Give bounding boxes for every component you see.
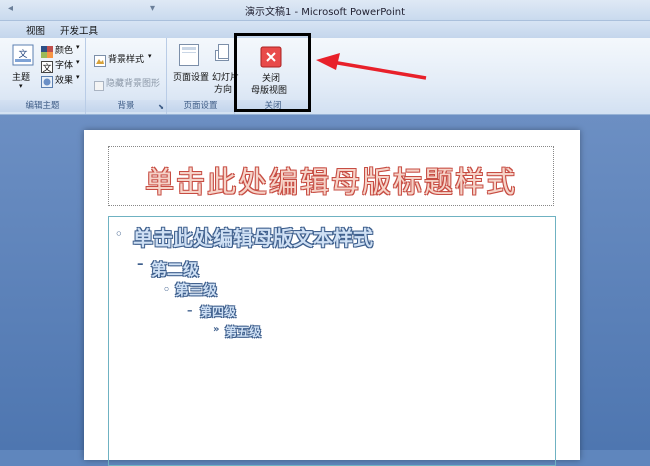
text-level-2: 第二级 xyxy=(151,260,200,279)
group-label-edit-theme: 编辑主题 xyxy=(0,100,85,112)
bullet-level-5-icon: » xyxy=(213,324,220,335)
theme-icon[interactable]: 文 xyxy=(12,44,34,70)
body-placeholder[interactable]: ◦ 单击此处编辑母版文本样式 – 第二级 ◦ 第三级 – 第四级 » 第五级 xyxy=(108,216,556,466)
bullet-level-1-icon: ◦ xyxy=(115,227,123,241)
page-setup-button[interactable]: 页面设置 xyxy=(173,70,209,83)
effects-button[interactable]: 效果 xyxy=(55,73,73,86)
bullet-level-3-icon: ◦ xyxy=(163,283,171,296)
title-bar: ◂ ▾ 演示文稿1 - Microsoft PowerPoint xyxy=(0,0,650,21)
background-styles-dropdown-icon[interactable]: ▾ xyxy=(148,52,152,60)
ribbon-tab-row: 视图 开发工具 xyxy=(0,21,650,38)
master-title-text: 单击此处编辑母版标题样式 xyxy=(144,165,517,199)
svg-text:文: 文 xyxy=(18,48,27,60)
effects-dropdown-icon[interactable]: ▾ xyxy=(76,73,80,81)
theme-dropdown-icon[interactable]: ▾ xyxy=(19,82,23,90)
slide-orientation-icon xyxy=(215,44,231,70)
master-slide[interactable]: 单击此处编辑母版标题样式 ◦ 单击此处编辑母版文本样式 – 第二级 ◦ 第三级 … xyxy=(84,130,580,466)
background-styles-button[interactable]: 背景样式 xyxy=(108,52,144,65)
background-styles-icon xyxy=(94,52,106,71)
tab-view[interactable]: 视图 xyxy=(26,23,45,37)
group-label-background: 背景 xyxy=(86,100,166,112)
hide-background-checkbox[interactable] xyxy=(94,76,104,95)
text-level-3: 第三级 xyxy=(175,283,217,299)
group-edit-theme: 文 主题 ▾ 颜色 ▾ 文 字体 ▾ 效果 ▾ 编辑主题 xyxy=(0,38,86,114)
hide-background-label: 隐藏背景图形 xyxy=(106,79,161,89)
group-background: 背景样式 ▾ 隐藏背景图形 背景 ⬊ xyxy=(86,38,167,114)
text-level-1: 单击此处编辑母版文本样式 xyxy=(133,226,373,250)
text-level-4: 第四级 xyxy=(200,305,237,319)
colors-button[interactable]: 颜色 xyxy=(55,43,73,56)
annotation-highlight-box xyxy=(234,33,311,112)
text-level-5: 第五级 xyxy=(225,325,262,339)
bullet-level-2-icon: – xyxy=(137,257,144,272)
title-placeholder[interactable]: 单击此处编辑母版标题样式 xyxy=(108,146,554,206)
colors-dropdown-icon[interactable]: ▾ xyxy=(76,43,80,51)
page-setup-icon xyxy=(179,44,199,70)
annotation-arrow-icon xyxy=(316,53,427,80)
group-page-setup: 页面设置 幻灯片 方向 页面设置 xyxy=(167,38,239,114)
fonts-dropdown-icon[interactable]: ▾ xyxy=(76,58,80,66)
dialog-launcher-icon[interactable]: ⬊ xyxy=(158,103,164,111)
effects-icon xyxy=(41,73,53,92)
fonts-button[interactable]: 字体 xyxy=(55,58,73,71)
group-label-page-setup: 页面设置 xyxy=(167,100,234,112)
window-title: 演示文稿1 - Microsoft PowerPoint xyxy=(244,7,406,18)
svg-text:文: 文 xyxy=(42,62,51,73)
bullet-level-4-icon: – xyxy=(187,304,193,317)
tab-developer[interactable]: 开发工具 xyxy=(60,23,98,37)
slide-orientation-label: 方向 xyxy=(214,85,233,95)
